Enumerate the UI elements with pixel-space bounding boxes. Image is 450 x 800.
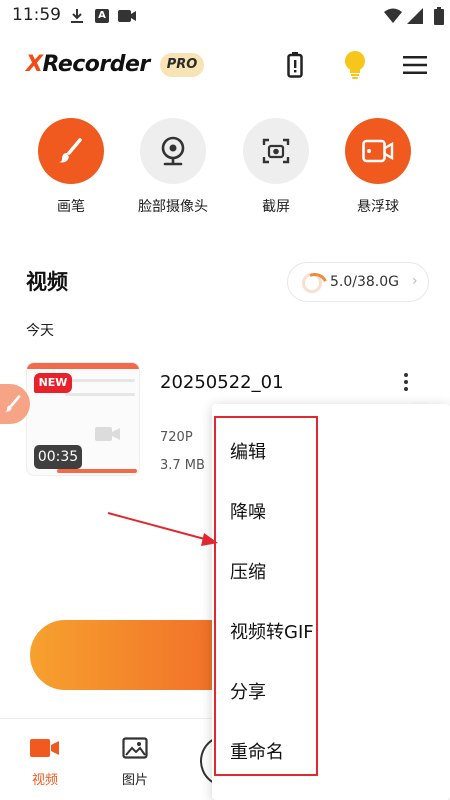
thumbnail-progress-bar	[57, 469, 137, 473]
chevron-right-icon: ›	[412, 273, 418, 289]
menu-item-edit[interactable]: 编辑	[230, 438, 266, 464]
thumbnail-camera-icon	[95, 425, 121, 447]
wifi-icon	[384, 7, 402, 25]
new-badge: NEW	[34, 373, 72, 393]
tool-floating-ball[interactable]: 悬浮球	[323, 118, 433, 216]
video-camera-status-icon	[118, 7, 136, 25]
status-bar: 11:59 A	[0, 0, 450, 32]
app-header: XRecorder PRO	[0, 42, 450, 92]
menu-item-rename[interactable]: 重命名	[230, 738, 284, 764]
tool-label: 截屏	[262, 199, 290, 215]
tool-label: 画笔	[57, 199, 85, 215]
lightbulb-icon[interactable]	[340, 50, 370, 80]
video-resolution: 720P	[160, 430, 193, 445]
thumbnail-header-bar	[27, 363, 139, 369]
video-title[interactable]: 20250522_01	[160, 372, 284, 393]
pro-badge[interactable]: PRO	[160, 53, 204, 77]
tool-screenshot[interactable]: 截屏	[221, 118, 331, 216]
menu-item-compress[interactable]: 压缩	[230, 558, 266, 584]
battery-status-icon	[430, 7, 448, 25]
webcam-icon	[140, 118, 206, 184]
duration-label: 00:35	[34, 445, 82, 469]
tool-brush[interactable]: 画笔	[16, 118, 126, 216]
date-group-label: 今天	[26, 323, 54, 339]
annotation-arrow-icon	[107, 512, 218, 546]
brush-icon	[38, 118, 104, 184]
storage-ring-icon	[302, 273, 322, 293]
video-options-menu: 编辑 降噪 压缩 视频转GIF 分享 重命名	[212, 404, 450, 800]
tool-shortcuts: 画笔 脸部摄像头 截屏 悬浮球	[0, 118, 450, 218]
screenshot-icon	[243, 118, 309, 184]
menu-item-denoise[interactable]: 降噪	[230, 498, 266, 524]
menu-item-share[interactable]: 分享	[230, 678, 266, 704]
status-time: 11:59	[12, 5, 61, 25]
more-options-icon[interactable]	[396, 370, 416, 394]
hamburger-menu-icon[interactable]	[400, 50, 430, 80]
nav-tab-images[interactable]: 图片	[105, 737, 165, 788]
menu-item-video-to-gif[interactable]: 视频转GIF	[230, 618, 314, 644]
video-camera-icon	[15, 737, 75, 763]
floating-camera-icon	[345, 118, 411, 184]
tool-webcam[interactable]: 脸部摄像头	[118, 118, 228, 216]
signal-icon	[406, 7, 424, 25]
download-icon	[68, 7, 86, 25]
section-title-videos: 视频	[26, 270, 68, 294]
storage-usage-button[interactable]: 5.0/38.0G ›	[287, 262, 429, 302]
nav-label: 图片	[121, 773, 148, 788]
nav-tab-videos[interactable]: 视频	[15, 737, 75, 788]
a-notification-icon: A	[93, 7, 111, 25]
video-size: 3.7 MB	[160, 458, 205, 473]
battery-alert-icon[interactable]	[280, 50, 310, 80]
storage-text: 5.0/38.0G	[330, 274, 400, 290]
nav-label: 视频	[31, 773, 58, 788]
tool-label: 脸部摄像头	[138, 199, 208, 215]
tool-label: 悬浮球	[357, 199, 399, 215]
thumbnail-line	[65, 393, 135, 396]
image-icon	[105, 737, 165, 763]
app-logo: XRecorder	[26, 52, 150, 77]
